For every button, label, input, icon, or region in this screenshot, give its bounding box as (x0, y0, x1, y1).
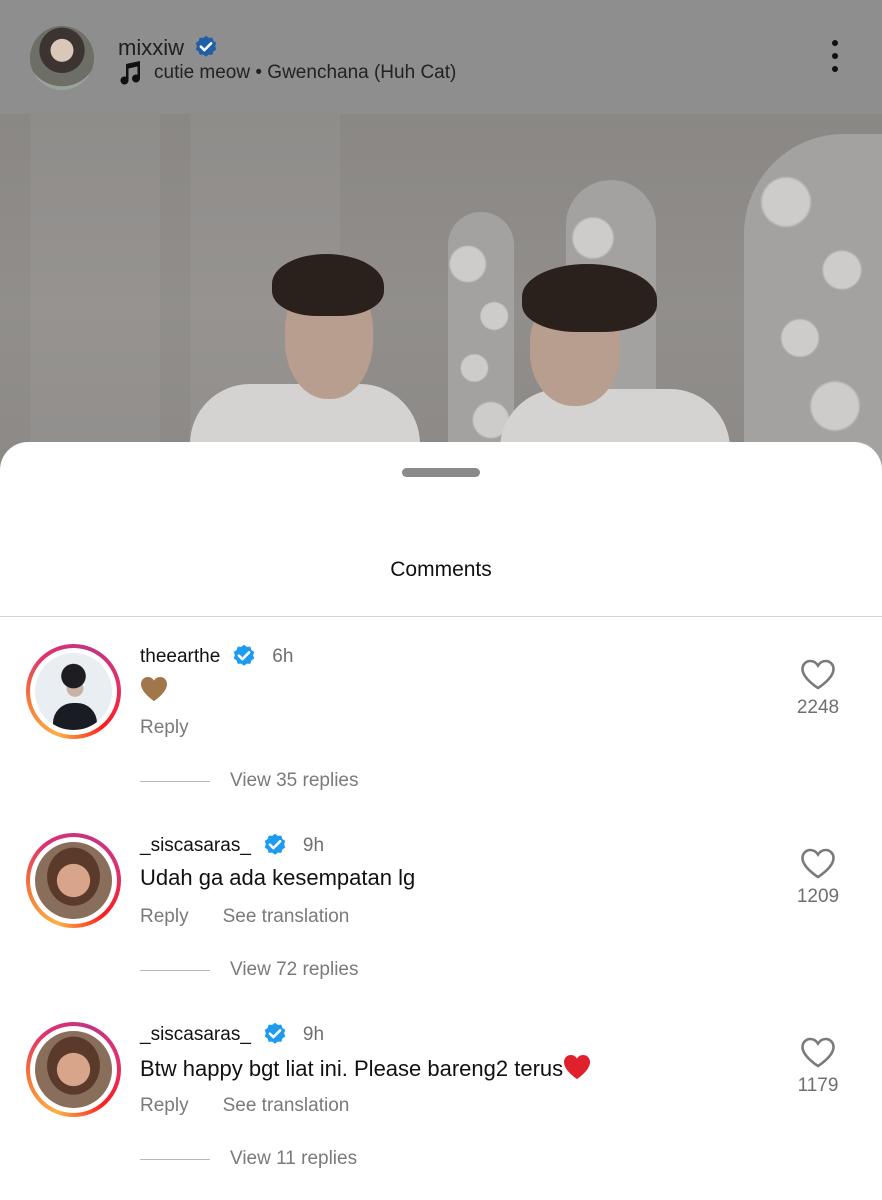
view-replies-button[interactable]: View 72 replies (140, 959, 359, 981)
comments-sheet: Comments theearthe 6h Reply View 35 repl… (0, 442, 882, 1200)
replies-line (140, 1158, 210, 1160)
replies-line (140, 780, 210, 782)
post-header: mixxiw cutie meow • Gwenchana (Huh Cat) (0, 0, 882, 114)
comment-actions: Reply See translation (140, 1095, 349, 1117)
story-ring[interactable] (26, 1022, 121, 1117)
like-button[interactable]: 1179 (796, 1037, 840, 1097)
post-background: mixxiw cutie meow • Gwenchana (Huh Cat) (0, 0, 882, 470)
like-count: 2248 (796, 697, 840, 718)
story-ring[interactable] (26, 833, 121, 928)
replies-line (140, 969, 210, 971)
like-button[interactable]: 2248 (796, 659, 840, 719)
like-count: 1209 (796, 886, 840, 907)
view-replies-label: View 11 replies (230, 1148, 358, 1169)
comment-time: 9h (302, 835, 325, 856)
post-author[interactable]: mixxiw (118, 34, 220, 62)
person-left (190, 254, 430, 470)
avatar[interactable] (35, 842, 112, 919)
comment-header: _siscasaras_ 9h (140, 832, 324, 860)
like-count: 1179 (797, 1075, 839, 1096)
person-right (500, 264, 730, 470)
heart-outline-icon[interactable] (796, 1037, 840, 1069)
avatar[interactable] (35, 653, 112, 730)
comment-actions: Reply (140, 717, 189, 739)
reply-button[interactable]: Reply (140, 717, 189, 739)
post-photo (0, 114, 882, 470)
lattice-window (744, 134, 882, 470)
sheet-drag-handle[interactable] (402, 468, 480, 477)
like-button[interactable]: 1209 (796, 848, 840, 908)
see-translation-button[interactable]: See translation (223, 1095, 350, 1117)
story-ring[interactable] (26, 644, 121, 739)
more-options-icon[interactable] (822, 40, 848, 80)
comment-item: theearthe 6h Reply View 35 replies 2248 (0, 617, 882, 806)
red-heart-emoji (563, 1055, 591, 1081)
comment-username[interactable]: _siscasaras_ (140, 835, 251, 857)
comment-text: Udah ga ada kesempatan lg (140, 865, 416, 890)
view-replies-label: View 72 replies (230, 959, 359, 980)
comment-body: Btw happy bgt liat ini. Please bareng2 t… (140, 1056, 564, 1081)
post-music[interactable]: cutie meow • Gwenchana (Huh Cat) (118, 60, 456, 86)
comment-time: 6h (272, 646, 294, 667)
comment-text: Btw happy bgt liat ini. Please bareng2 t… (140, 1054, 591, 1082)
comment-username[interactable]: theearthe (140, 646, 220, 668)
see-translation-button[interactable]: See translation (223, 906, 350, 928)
comment-actions: Reply See translation (140, 906, 349, 928)
verified-badge-icon (230, 643, 258, 671)
verified-badge-icon (261, 832, 289, 860)
comments-title: Comments (390, 558, 492, 581)
comment-header: _siscasaras_ 9h (140, 1021, 324, 1049)
post-author-username[interactable]: mixxiw (118, 35, 184, 61)
post-music-label: cutie meow • Gwenchana (Huh Cat) (154, 62, 457, 83)
heart-outline-icon[interactable] (796, 848, 840, 880)
music-note-icon (118, 60, 142, 86)
verified-badge-icon (261, 1021, 289, 1049)
comment-item: _siscasaras_ 9h Btw happy bgt liat ini. … (0, 995, 882, 1184)
heart-outline-icon[interactable] (796, 659, 840, 691)
post-author-avatar[interactable] (30, 26, 94, 90)
comment-time: 9h (302, 1024, 325, 1045)
comment-header: theearthe 6h (140, 643, 293, 671)
verified-badge-icon (192, 34, 220, 62)
comment-text (140, 676, 168, 704)
comment-item: _siscasaras_ 9h Udah ga ada kesempatan l… (0, 806, 882, 995)
reply-button[interactable]: Reply (140, 1095, 189, 1117)
view-replies-label: View 35 replies (230, 770, 359, 791)
view-replies-button[interactable]: View 35 replies (140, 770, 359, 792)
wall-panel (30, 114, 160, 470)
avatar[interactable] (35, 1031, 112, 1108)
reply-button[interactable]: Reply (140, 906, 189, 928)
comment-username[interactable]: _siscasaras_ (140, 1024, 251, 1046)
view-replies-button[interactable]: View 11 replies (140, 1148, 357, 1170)
brown-heart-emoji (140, 677, 168, 703)
